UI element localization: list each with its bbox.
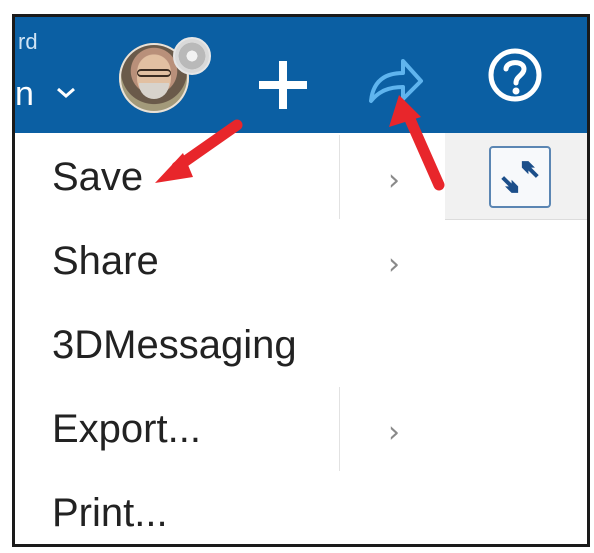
submenu-divider xyxy=(339,387,340,471)
file-menu-dropdown: Save › Share › 3DMessaging Export... › P… xyxy=(15,133,445,544)
share-arrow-icon[interactable] xyxy=(365,51,425,111)
menu-item-label: Save xyxy=(52,155,144,199)
chevron-down-icon[interactable] xyxy=(55,85,77,101)
avatar-glasses xyxy=(137,69,171,77)
question-mark-icon[interactable] xyxy=(485,45,545,105)
app-header: rd n xyxy=(15,17,587,133)
menu-item-3dmessaging[interactable]: 3DMessaging xyxy=(15,303,445,387)
menu-item-share[interactable]: Share › xyxy=(15,219,445,303)
submenu-divider xyxy=(339,135,340,219)
status-badge xyxy=(173,37,211,75)
menu-item-label: Share xyxy=(52,239,159,283)
menu-item-label: Export... xyxy=(52,407,201,451)
menu-item-label: 3DMessaging xyxy=(52,323,297,367)
menu-item-label: Print... xyxy=(52,491,168,535)
menu-item-export[interactable]: Export... › xyxy=(15,387,445,471)
chevron-right-icon[interactable]: › xyxy=(388,163,400,198)
avatar-beard xyxy=(139,83,169,99)
plus-icon[interactable] xyxy=(253,55,313,115)
chevron-right-icon[interactable]: › xyxy=(388,415,400,450)
collapse-icon[interactable] xyxy=(489,146,551,208)
chevron-right-icon[interactable]: › xyxy=(388,247,400,282)
menu-item-save[interactable]: Save › xyxy=(15,135,445,219)
user-name-label[interactable]: n xyxy=(15,75,34,114)
header-partial-label: rd xyxy=(18,29,38,54)
menu-item-print[interactable]: Print... xyxy=(15,471,445,544)
screenshot-frame: rd n Save › Share › 3DMessaging Export..… xyxy=(12,14,590,547)
right-panel xyxy=(445,133,587,544)
panel-toolbar xyxy=(445,133,587,220)
